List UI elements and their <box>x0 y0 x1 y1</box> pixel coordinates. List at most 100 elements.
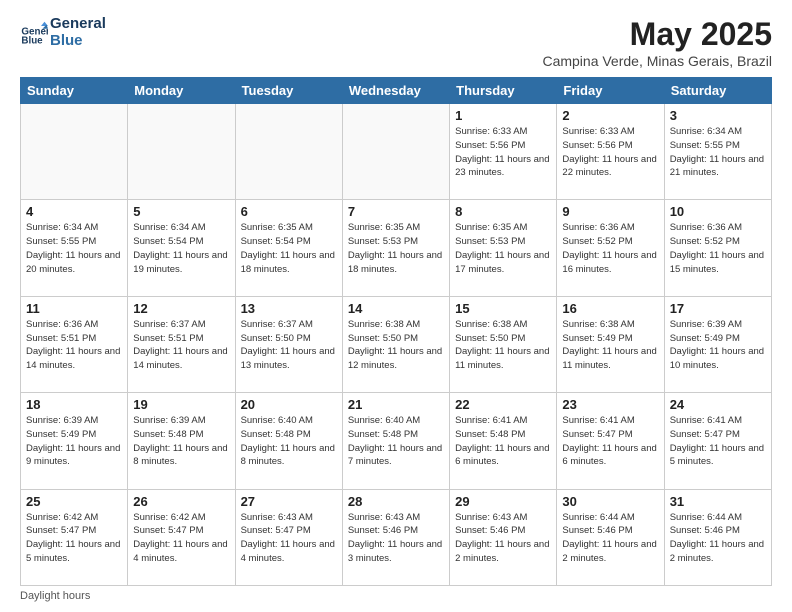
calendar-cell: 9 Sunrise: 6:36 AM Sunset: 5:52 PM Daylig… <box>557 200 664 296</box>
day-number: 25 <box>26 494 122 509</box>
calendar-cell: 24Sunrise: 6:41 AM Sunset: 5:47 PM Dayli… <box>664 393 771 489</box>
calendar-cell: 12 Sunrise: 6:37 AM Sunset: 5:51 PM Dayli… <box>128 296 235 392</box>
calendar-cell: 20Sunrise: 6:40 AM Sunset: 5:48 PM Dayli… <box>235 393 342 489</box>
day-number: 28 <box>348 494 444 509</box>
calendar-cell: 10 Sunrise: 6:36 AM Sunset: 5:52 PM Dayli… <box>664 200 771 296</box>
day-info: Sunrise: 6:36 AM Sunset: 5:51 PM Dayligh… <box>26 318 122 373</box>
header-thursday: Thursday <box>450 78 557 104</box>
day-number: 26 <box>133 494 229 509</box>
day-info: Sunrise: 6:44 AM Sunset: 5:46 PM Dayligh… <box>670 511 766 566</box>
day-number: 15 <box>455 301 551 316</box>
logo: General Blue General Blue <box>20 16 106 49</box>
calendar-cell: 13 Sunrise: 6:37 AM Sunset: 5:50 PM Dayli… <box>235 296 342 392</box>
logo-line2: Blue <box>50 33 106 50</box>
page: General Blue General Blue May 2025 Campi… <box>0 0 792 612</box>
day-info: Sunrise: 6:36 AM Sunset: 5:52 PM Dayligh… <box>562 221 658 276</box>
calendar-week-3: 18 Sunrise: 6:39 AM Sunset: 5:49 PM Dayli… <box>21 393 772 489</box>
calendar-cell: 16 Sunrise: 6:38 AM Sunset: 5:49 PM Dayli… <box>557 296 664 392</box>
location: Campina Verde, Minas Gerais, Brazil <box>542 53 772 69</box>
day-info: Sunrise: 6:35 AM Sunset: 5:53 PM Dayligh… <box>348 221 444 276</box>
day-number: 27 <box>241 494 337 509</box>
calendar-cell: 27Sunrise: 6:43 AM Sunset: 5:47 PM Dayli… <box>235 489 342 585</box>
calendar-cell: 6Sunrise: 6:35 AM Sunset: 5:54 PM Daylig… <box>235 200 342 296</box>
calendar-week-2: 11 Sunrise: 6:36 AM Sunset: 5:51 PM Dayli… <box>21 296 772 392</box>
calendar-cell: 23 Sunrise: 6:41 AM Sunset: 5:47 PM Dayli… <box>557 393 664 489</box>
calendar-cell: 17 Sunrise: 6:39 AM Sunset: 5:49 PM Dayli… <box>664 296 771 392</box>
calendar-cell: 15 Sunrise: 6:38 AM Sunset: 5:50 PM Dayli… <box>450 296 557 392</box>
calendar-cell <box>21 104 128 200</box>
day-info: Sunrise: 6:42 AM Sunset: 5:47 PM Dayligh… <box>26 511 122 566</box>
day-info: Sunrise: 6:37 AM Sunset: 5:51 PM Dayligh… <box>133 318 229 373</box>
day-info: Sunrise: 6:38 AM Sunset: 5:49 PM Dayligh… <box>562 318 658 373</box>
calendar-cell: 31Sunrise: 6:44 AM Sunset: 5:46 PM Dayli… <box>664 489 771 585</box>
day-info: Sunrise: 6:41 AM Sunset: 5:47 PM Dayligh… <box>670 414 766 469</box>
calendar-week-4: 25 Sunrise: 6:42 AM Sunset: 5:47 PM Dayli… <box>21 489 772 585</box>
day-number: 30 <box>562 494 658 509</box>
calendar-cell: 4 Sunrise: 6:34 AM Sunset: 5:55 PM Daylig… <box>21 200 128 296</box>
day-number: 1 <box>455 108 551 123</box>
day-info: Sunrise: 6:40 AM Sunset: 5:48 PM Dayligh… <box>348 414 444 469</box>
day-number: 3 <box>670 108 766 123</box>
day-info: Sunrise: 6:43 AM Sunset: 5:46 PM Dayligh… <box>348 511 444 566</box>
day-info: Sunrise: 6:34 AM Sunset: 5:55 PM Dayligh… <box>26 221 122 276</box>
day-info: Sunrise: 6:35 AM Sunset: 5:54 PM Dayligh… <box>241 221 337 276</box>
day-number: 2 <box>562 108 658 123</box>
day-number: 4 <box>26 204 122 219</box>
day-info: Sunrise: 6:34 AM Sunset: 5:55 PM Dayligh… <box>670 125 766 180</box>
day-info: Sunrise: 6:39 AM Sunset: 5:49 PM Dayligh… <box>26 414 122 469</box>
header-wednesday: Wednesday <box>342 78 449 104</box>
day-info: Sunrise: 6:44 AM Sunset: 5:46 PM Dayligh… <box>562 511 658 566</box>
day-info: Sunrise: 6:36 AM Sunset: 5:52 PM Dayligh… <box>670 221 766 276</box>
calendar-cell: 8Sunrise: 6:35 AM Sunset: 5:53 PM Daylig… <box>450 200 557 296</box>
day-number: 19 <box>133 397 229 412</box>
calendar-cell: 18 Sunrise: 6:39 AM Sunset: 5:49 PM Dayli… <box>21 393 128 489</box>
header-monday: Monday <box>128 78 235 104</box>
month-title: May 2025 <box>542 16 772 53</box>
day-number: 23 <box>562 397 658 412</box>
calendar-table: SundayMondayTuesdayWednesdayThursdayFrid… <box>20 77 772 586</box>
svg-text:Blue: Blue <box>21 35 43 46</box>
footer-text: Daylight hours <box>20 590 90 602</box>
day-number: 21 <box>348 397 444 412</box>
logo-line1: General <box>50 16 106 33</box>
calendar-cell <box>235 104 342 200</box>
header-tuesday: Tuesday <box>235 78 342 104</box>
day-info: Sunrise: 6:34 AM Sunset: 5:54 PM Dayligh… <box>133 221 229 276</box>
calendar-cell: 5 Sunrise: 6:34 AM Sunset: 5:54 PM Daylig… <box>128 200 235 296</box>
day-number: 14 <box>348 301 444 316</box>
day-info: Sunrise: 6:39 AM Sunset: 5:48 PM Dayligh… <box>133 414 229 469</box>
header-sunday: Sunday <box>21 78 128 104</box>
day-number: 5 <box>133 204 229 219</box>
day-number: 13 <box>241 301 337 316</box>
footer: Daylight hours <box>20 590 772 602</box>
header-friday: Friday <box>557 78 664 104</box>
day-info: Sunrise: 6:39 AM Sunset: 5:49 PM Dayligh… <box>670 318 766 373</box>
day-info: Sunrise: 6:33 AM Sunset: 5:56 PM Dayligh… <box>562 125 658 180</box>
day-number: 16 <box>562 301 658 316</box>
day-number: 12 <box>133 301 229 316</box>
day-info: Sunrise: 6:41 AM Sunset: 5:47 PM Dayligh… <box>562 414 658 469</box>
calendar-cell: 29Sunrise: 6:43 AM Sunset: 5:46 PM Dayli… <box>450 489 557 585</box>
calendar-header-row: SundayMondayTuesdayWednesdayThursdayFrid… <box>21 78 772 104</box>
calendar-cell: 22Sunrise: 6:41 AM Sunset: 5:48 PM Dayli… <box>450 393 557 489</box>
day-info: Sunrise: 6:33 AM Sunset: 5:56 PM Dayligh… <box>455 125 551 180</box>
calendar-cell: 28 Sunrise: 6:43 AM Sunset: 5:46 PM Dayli… <box>342 489 449 585</box>
day-number: 10 <box>670 204 766 219</box>
day-info: Sunrise: 6:38 AM Sunset: 5:50 PM Dayligh… <box>455 318 551 373</box>
day-number: 18 <box>26 397 122 412</box>
calendar-week-1: 4 Sunrise: 6:34 AM Sunset: 5:55 PM Daylig… <box>21 200 772 296</box>
calendar-cell: 21 Sunrise: 6:40 AM Sunset: 5:48 PM Dayli… <box>342 393 449 489</box>
calendar-cell: 14 Sunrise: 6:38 AM Sunset: 5:50 PM Dayli… <box>342 296 449 392</box>
day-info: Sunrise: 6:38 AM Sunset: 5:50 PM Dayligh… <box>348 318 444 373</box>
day-number: 9 <box>562 204 658 219</box>
day-info: Sunrise: 6:43 AM Sunset: 5:46 PM Dayligh… <box>455 511 551 566</box>
calendar-cell: 11 Sunrise: 6:36 AM Sunset: 5:51 PM Dayli… <box>21 296 128 392</box>
header: General Blue General Blue May 2025 Campi… <box>20 16 772 69</box>
calendar-cell: 3 Sunrise: 6:34 AM Sunset: 5:55 PM Daylig… <box>664 104 771 200</box>
calendar-cell: 1 Sunrise: 6:33 AM Sunset: 5:56 PM Daylig… <box>450 104 557 200</box>
logo-icon: General Blue <box>20 19 48 47</box>
header-saturday: Saturday <box>664 78 771 104</box>
day-info: Sunrise: 6:37 AM Sunset: 5:50 PM Dayligh… <box>241 318 337 373</box>
day-number: 17 <box>670 301 766 316</box>
day-number: 11 <box>26 301 122 316</box>
